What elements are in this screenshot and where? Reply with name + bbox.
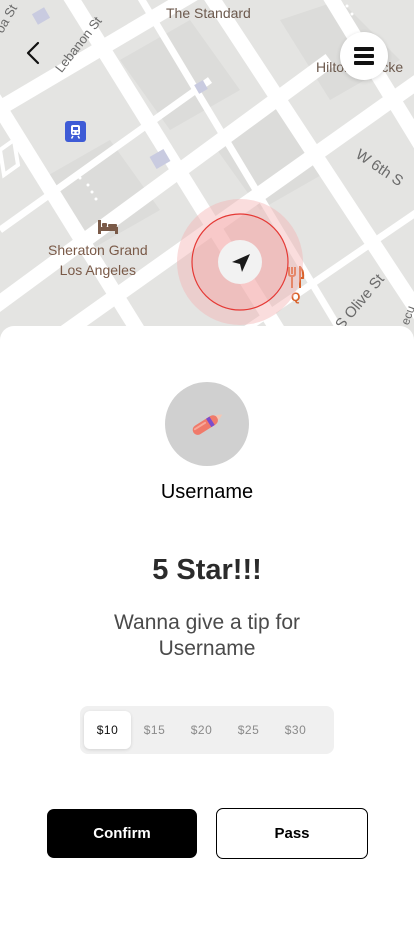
username-label: Username bbox=[160, 481, 254, 503]
bed-icon[interactable] bbox=[96, 218, 120, 241]
hotel-label-line: Los Angeles bbox=[59, 262, 136, 278]
tip-option-25[interactable]: $25 bbox=[225, 711, 272, 749]
tip-option-10[interactable]: $10 bbox=[84, 711, 131, 749]
map-view[interactable]: oa St Lebanon St The Standard Hilton Che… bbox=[0, 0, 414, 345]
hamburger-menu-icon bbox=[354, 47, 374, 65]
tip-option-15[interactable]: $15 bbox=[131, 711, 178, 749]
hotel-label-line: Sheraton Grand bbox=[48, 242, 148, 258]
tip-option-20[interactable]: $20 bbox=[178, 711, 225, 749]
street-label: The Standard bbox=[166, 5, 251, 21]
tip-option-30[interactable]: $30 bbox=[272, 711, 319, 749]
back-button[interactable] bbox=[18, 38, 48, 68]
confirm-button[interactable]: Confirm bbox=[47, 809, 197, 858]
transit-icon[interactable] bbox=[65, 121, 86, 142]
back-arrow-icon bbox=[26, 41, 40, 65]
pass-button[interactable]: Pass bbox=[216, 808, 368, 859]
tip-message: Wanna give a tip for Username bbox=[114, 611, 300, 660]
tip-amount-selector: $10 $15 $20 $25 $30 bbox=[80, 706, 334, 754]
menu-button[interactable] bbox=[340, 32, 388, 80]
rating-title: 5 Star!!! bbox=[152, 554, 262, 586]
navigation-arrow-icon bbox=[228, 250, 254, 276]
tip-sheet: Username 5 Star!!! Wanna give a tip for … bbox=[0, 326, 414, 926]
avatar[interactable] bbox=[165, 382, 249, 466]
avatar-illustration-icon bbox=[192, 414, 223, 435]
hotel-label[interactable]: Sheraton Grand Los Angeles bbox=[48, 240, 148, 280]
